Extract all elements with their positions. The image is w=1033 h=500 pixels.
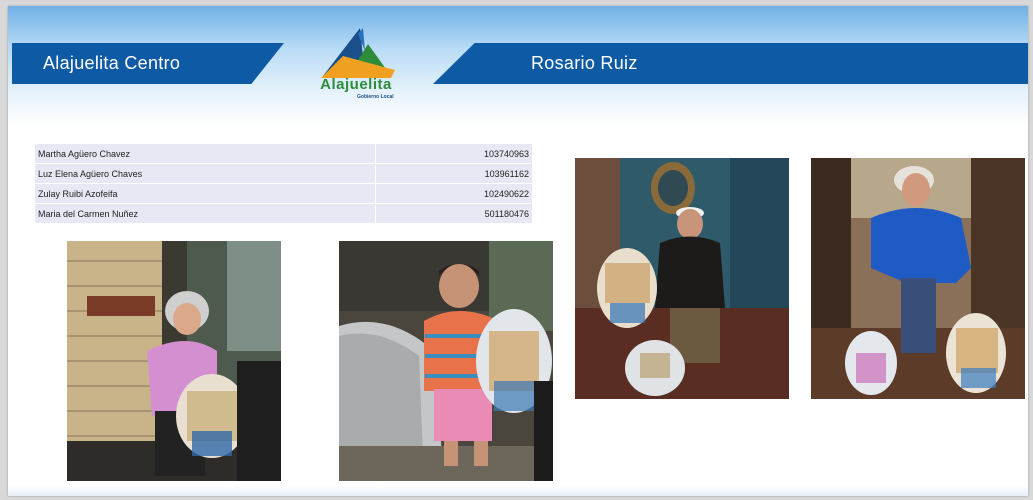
beneficiary-id: 103961162 [375, 163, 532, 184]
slide: Alajuelita Centro Alajuelita Gobierno Lo… [8, 6, 1028, 496]
beneficiary-id: 103740963 [375, 144, 532, 164]
photo-beneficiary-4 [811, 158, 1025, 399]
beneficiary-name: Maria del Carmen Nuñez [35, 203, 376, 224]
logo-name: Alajuelita [320, 76, 392, 93]
table-row: Luz Elena Agüero Chaves 103961162 [35, 163, 532, 184]
beneficiary-name: Zulay Ruibi Azofeifa [35, 183, 376, 204]
header-ribbon-right: Rosario Ruiz [433, 43, 1028, 84]
district-title: Alajuelita Centro [43, 53, 181, 73]
person-title: Rosario Ruiz [531, 53, 638, 73]
beneficiary-name: Luz Elena Agüero Chaves [35, 163, 376, 184]
table-row: Maria del Carmen Nuñez 501180476 [35, 203, 532, 224]
table-row: Martha Agüero Chavez 103740963 [35, 144, 532, 164]
photo-beneficiary-1 [67, 241, 281, 481]
municipality-logo: Alajuelita Gobierno Local [313, 26, 403, 106]
beneficiaries-table: Martha Agüero Chavez 103740963 Luz Elena… [35, 144, 532, 224]
slide-footer-strip [8, 486, 1028, 496]
logo-subtitle: Gobierno Local [357, 94, 394, 100]
photo-beneficiary-3 [575, 158, 789, 399]
beneficiary-id: 102490622 [375, 183, 532, 204]
header-ribbon-left: Alajuelita Centro [12, 43, 284, 84]
beneficiary-name: Martha Agüero Chavez [35, 144, 376, 164]
mountain-logo-icon [321, 28, 395, 78]
table-row: Zulay Ruibi Azofeifa 102490622 [35, 183, 532, 204]
photo-beneficiary-2 [339, 241, 553, 481]
beneficiary-id: 501180476 [375, 203, 532, 224]
